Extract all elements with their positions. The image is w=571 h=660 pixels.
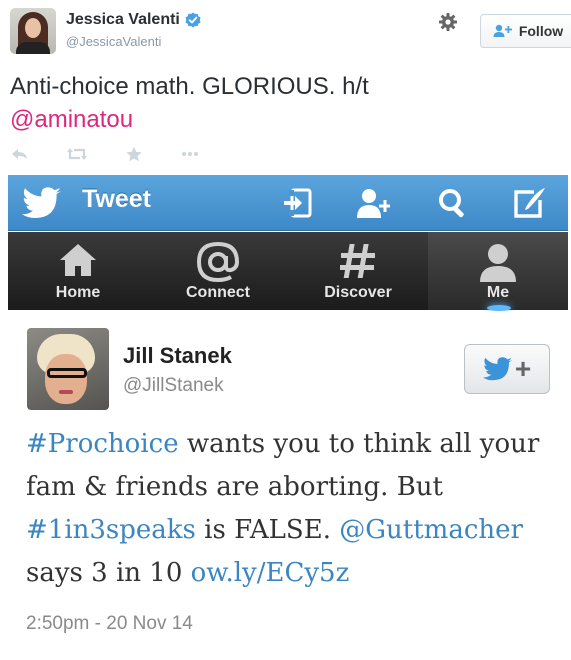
- app-bar: Tweet: [8, 175, 568, 231]
- add-user-icon[interactable]: [356, 187, 390, 219]
- hashtag-icon: [340, 244, 375, 278]
- twitter-bird-icon: [22, 187, 61, 218]
- compose-icon[interactable]: [512, 187, 546, 219]
- mention-link[interactable]: @aminatou: [10, 106, 133, 133]
- inner-author-avatar[interactable]: [27, 328, 109, 410]
- sign-in-icon[interactable]: [280, 187, 314, 219]
- tab-discover-label: Discover: [324, 284, 392, 301]
- add-user-icon: [493, 24, 512, 37]
- author-handle[interactable]: @JessicaValenti: [66, 34, 161, 49]
- tab-me[interactable]: Me: [428, 232, 568, 310]
- embedded-tweet-text: #Prochoice wants you to think all your f…: [26, 423, 561, 595]
- tweet-text-main: Anti-choice math. GLORIOUS. h/t: [10, 73, 369, 100]
- timestamp[interactable]: 2:50pm - 20 Nov 14: [26, 613, 193, 635]
- more-icon[interactable]: [180, 146, 200, 162]
- retweet-icon[interactable]: [66, 146, 88, 162]
- tab-home-label: Home: [55, 284, 101, 301]
- twitter-bird-icon: [482, 357, 513, 381]
- tweet-text-segment: is FALSE.: [195, 515, 340, 545]
- tweet-text-segment: says 3 in 10: [26, 558, 191, 588]
- at-icon: [196, 242, 240, 282]
- inner-author-name[interactable]: Jill Stanek: [123, 343, 232, 369]
- favorite-icon[interactable]: [124, 146, 144, 162]
- home-icon: [60, 244, 96, 276]
- tweet-header: Jessica Valenti @JessicaValenti Follow: [10, 8, 571, 56]
- tab-bar: Home Connect Discover Me: [8, 232, 568, 310]
- attached-screenshot[interactable]: Tweet Home Connect Discover Me Jill Stan…: [8, 175, 568, 660]
- tab-connect[interactable]: Connect: [148, 232, 288, 310]
- tab-me-label: Me: [486, 284, 510, 301]
- tab-home[interactable]: Home: [8, 232, 148, 310]
- plus-icon: +: [514, 353, 532, 384]
- verified-badge-icon: [185, 12, 201, 28]
- author-avatar[interactable]: [10, 8, 56, 54]
- person-icon: [480, 244, 516, 282]
- tweet-actions: [10, 146, 236, 162]
- embedded-tweet: Jill Stanek @JillStanek + #Prochoice wan…: [8, 311, 568, 660]
- author-name[interactable]: Jessica Valenti: [66, 11, 180, 29]
- gear-icon[interactable]: [438, 12, 458, 32]
- tab-connect-label: Connect: [186, 284, 250, 301]
- search-icon[interactable]: [436, 187, 470, 219]
- mention-link[interactable]: @Guttmacher: [339, 515, 523, 545]
- author-name-row: Jessica Valenti: [66, 11, 201, 29]
- follow-label: Follow: [518, 23, 564, 39]
- tab-discover[interactable]: Discover: [288, 232, 428, 310]
- follow-button[interactable]: Follow: [480, 14, 571, 48]
- inner-author-handle[interactable]: @JillStanek: [123, 375, 224, 397]
- hashtag-link[interactable]: #Prochoice: [26, 429, 179, 459]
- url-link[interactable]: ow.ly/ECy5z: [191, 558, 350, 588]
- app-title: Tweet: [82, 185, 151, 213]
- tweet-text: Anti-choice math. GLORIOUS. h/t @aminato…: [10, 70, 560, 136]
- hashtag-link[interactable]: #1in3speaks: [26, 515, 196, 545]
- inner-follow-button[interactable]: +: [464, 344, 550, 394]
- reply-icon[interactable]: [10, 146, 30, 162]
